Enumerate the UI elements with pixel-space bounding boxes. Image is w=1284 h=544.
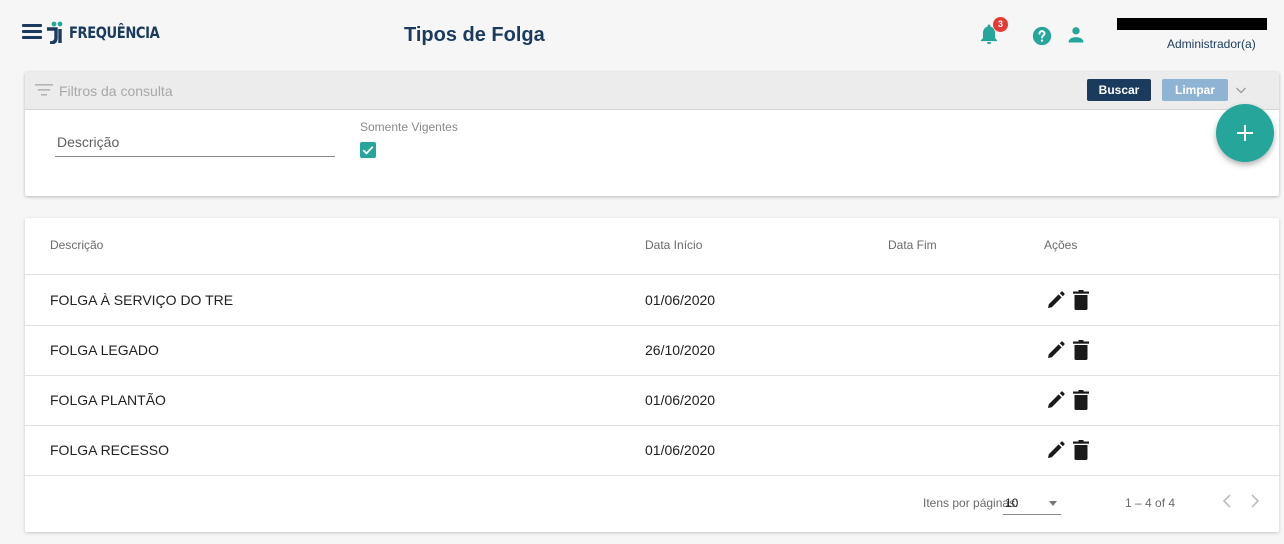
cell-data-inicio: 26/10/2020: [645, 342, 716, 358]
table-row: FOLGA LEGADO 26/10/2020: [25, 325, 1279, 376]
trash-icon[interactable]: [1073, 290, 1089, 310]
only-current-checkbox[interactable]: [360, 142, 376, 158]
filter-list-icon: [35, 84, 53, 96]
table-header: Descrição Data Início Data Fim Ações: [25, 218, 1279, 275]
search-button[interactable]: Buscar: [1087, 79, 1151, 101]
dropdown-arrow-icon: [1049, 501, 1057, 506]
notification-badge: 3: [993, 17, 1008, 32]
app-header: FREQUÊNCIA Tipos de Folga 3 Administrado…: [0, 0, 1284, 64]
filter-panel-title: Filtros da consulta: [59, 83, 173, 99]
person-icon[interactable]: [1066, 25, 1086, 45]
chevron-left-icon[interactable]: [1221, 493, 1235, 509]
pencil-icon[interactable]: [1047, 291, 1065, 309]
check-icon: [362, 146, 374, 155]
column-header-data-fim[interactable]: Data Fim: [888, 238, 937, 252]
app-logo[interactable]: FREQUÊNCIA: [44, 20, 179, 44]
column-header-descricao[interactable]: Descrição: [50, 238, 103, 252]
cell-data-inicio: 01/06/2020: [645, 442, 716, 458]
menu-icon[interactable]: [22, 24, 42, 40]
table-row: FOLGA RECESSO 01/06/2020: [25, 425, 1279, 476]
table-row: FOLGA À SERVIÇO DO TRE 01/06/2020: [25, 275, 1279, 326]
column-header-data-inicio[interactable]: Data Início: [645, 238, 702, 252]
paginator: Itens por páginas: 10 1 – 4 of 4: [25, 474, 1279, 530]
user-name-redacted: [1117, 18, 1267, 30]
description-placeholder: Descrição: [57, 134, 120, 150]
plus-icon: [1237, 125, 1253, 141]
page-title: Tipos de Folga: [404, 24, 545, 46]
logo-mark-icon: [47, 21, 63, 44]
page-range: 1 – 4 of 4: [1125, 496, 1176, 510]
trash-icon[interactable]: [1073, 390, 1089, 410]
table-row: FOLGA PLANTÃO 01/06/2020: [25, 375, 1279, 426]
column-header-acoes: Ações: [1044, 238, 1078, 252]
pencil-icon[interactable]: [1047, 341, 1065, 359]
filter-panel-header[interactable]: Filtros da consulta Buscar Limpar: [25, 72, 1279, 110]
clear-button[interactable]: Limpar: [1162, 79, 1228, 101]
description-input[interactable]: Descrição: [55, 124, 335, 157]
only-current-label: Somente Vigentes: [360, 120, 458, 134]
logo-text: FREQUÊNCIA: [69, 22, 160, 42]
items-per-page-value: 10: [1005, 496, 1019, 510]
add-button[interactable]: [1216, 104, 1274, 162]
cell-descricao: FOLGA LEGADO: [50, 342, 159, 358]
filter-panel: Filtros da consulta Buscar Limpar Descri…: [25, 72, 1279, 196]
chevron-right-icon[interactable]: [1247, 493, 1261, 509]
cell-data-inicio: 01/06/2020: [645, 392, 716, 408]
items-per-page-select[interactable]: 10: [1003, 492, 1061, 515]
trash-icon[interactable]: [1073, 340, 1089, 360]
cell-data-inicio: 01/06/2020: [645, 292, 716, 308]
pencil-icon[interactable]: [1047, 391, 1065, 409]
user-role[interactable]: Administrador(a): [1167, 37, 1256, 51]
pencil-icon[interactable]: [1047, 441, 1065, 459]
cell-descricao: FOLGA RECESSO: [50, 442, 170, 458]
chevron-down-icon[interactable]: [1235, 84, 1247, 96]
help-circle-icon[interactable]: [1032, 26, 1052, 46]
results-table: Descrição Data Início Data Fim Ações FOL…: [25, 218, 1279, 532]
cell-descricao: FOLGA À SERVIÇO DO TRE: [50, 292, 234, 308]
trash-icon[interactable]: [1073, 440, 1089, 460]
cell-descricao: FOLGA PLANTÃO: [50, 392, 166, 408]
